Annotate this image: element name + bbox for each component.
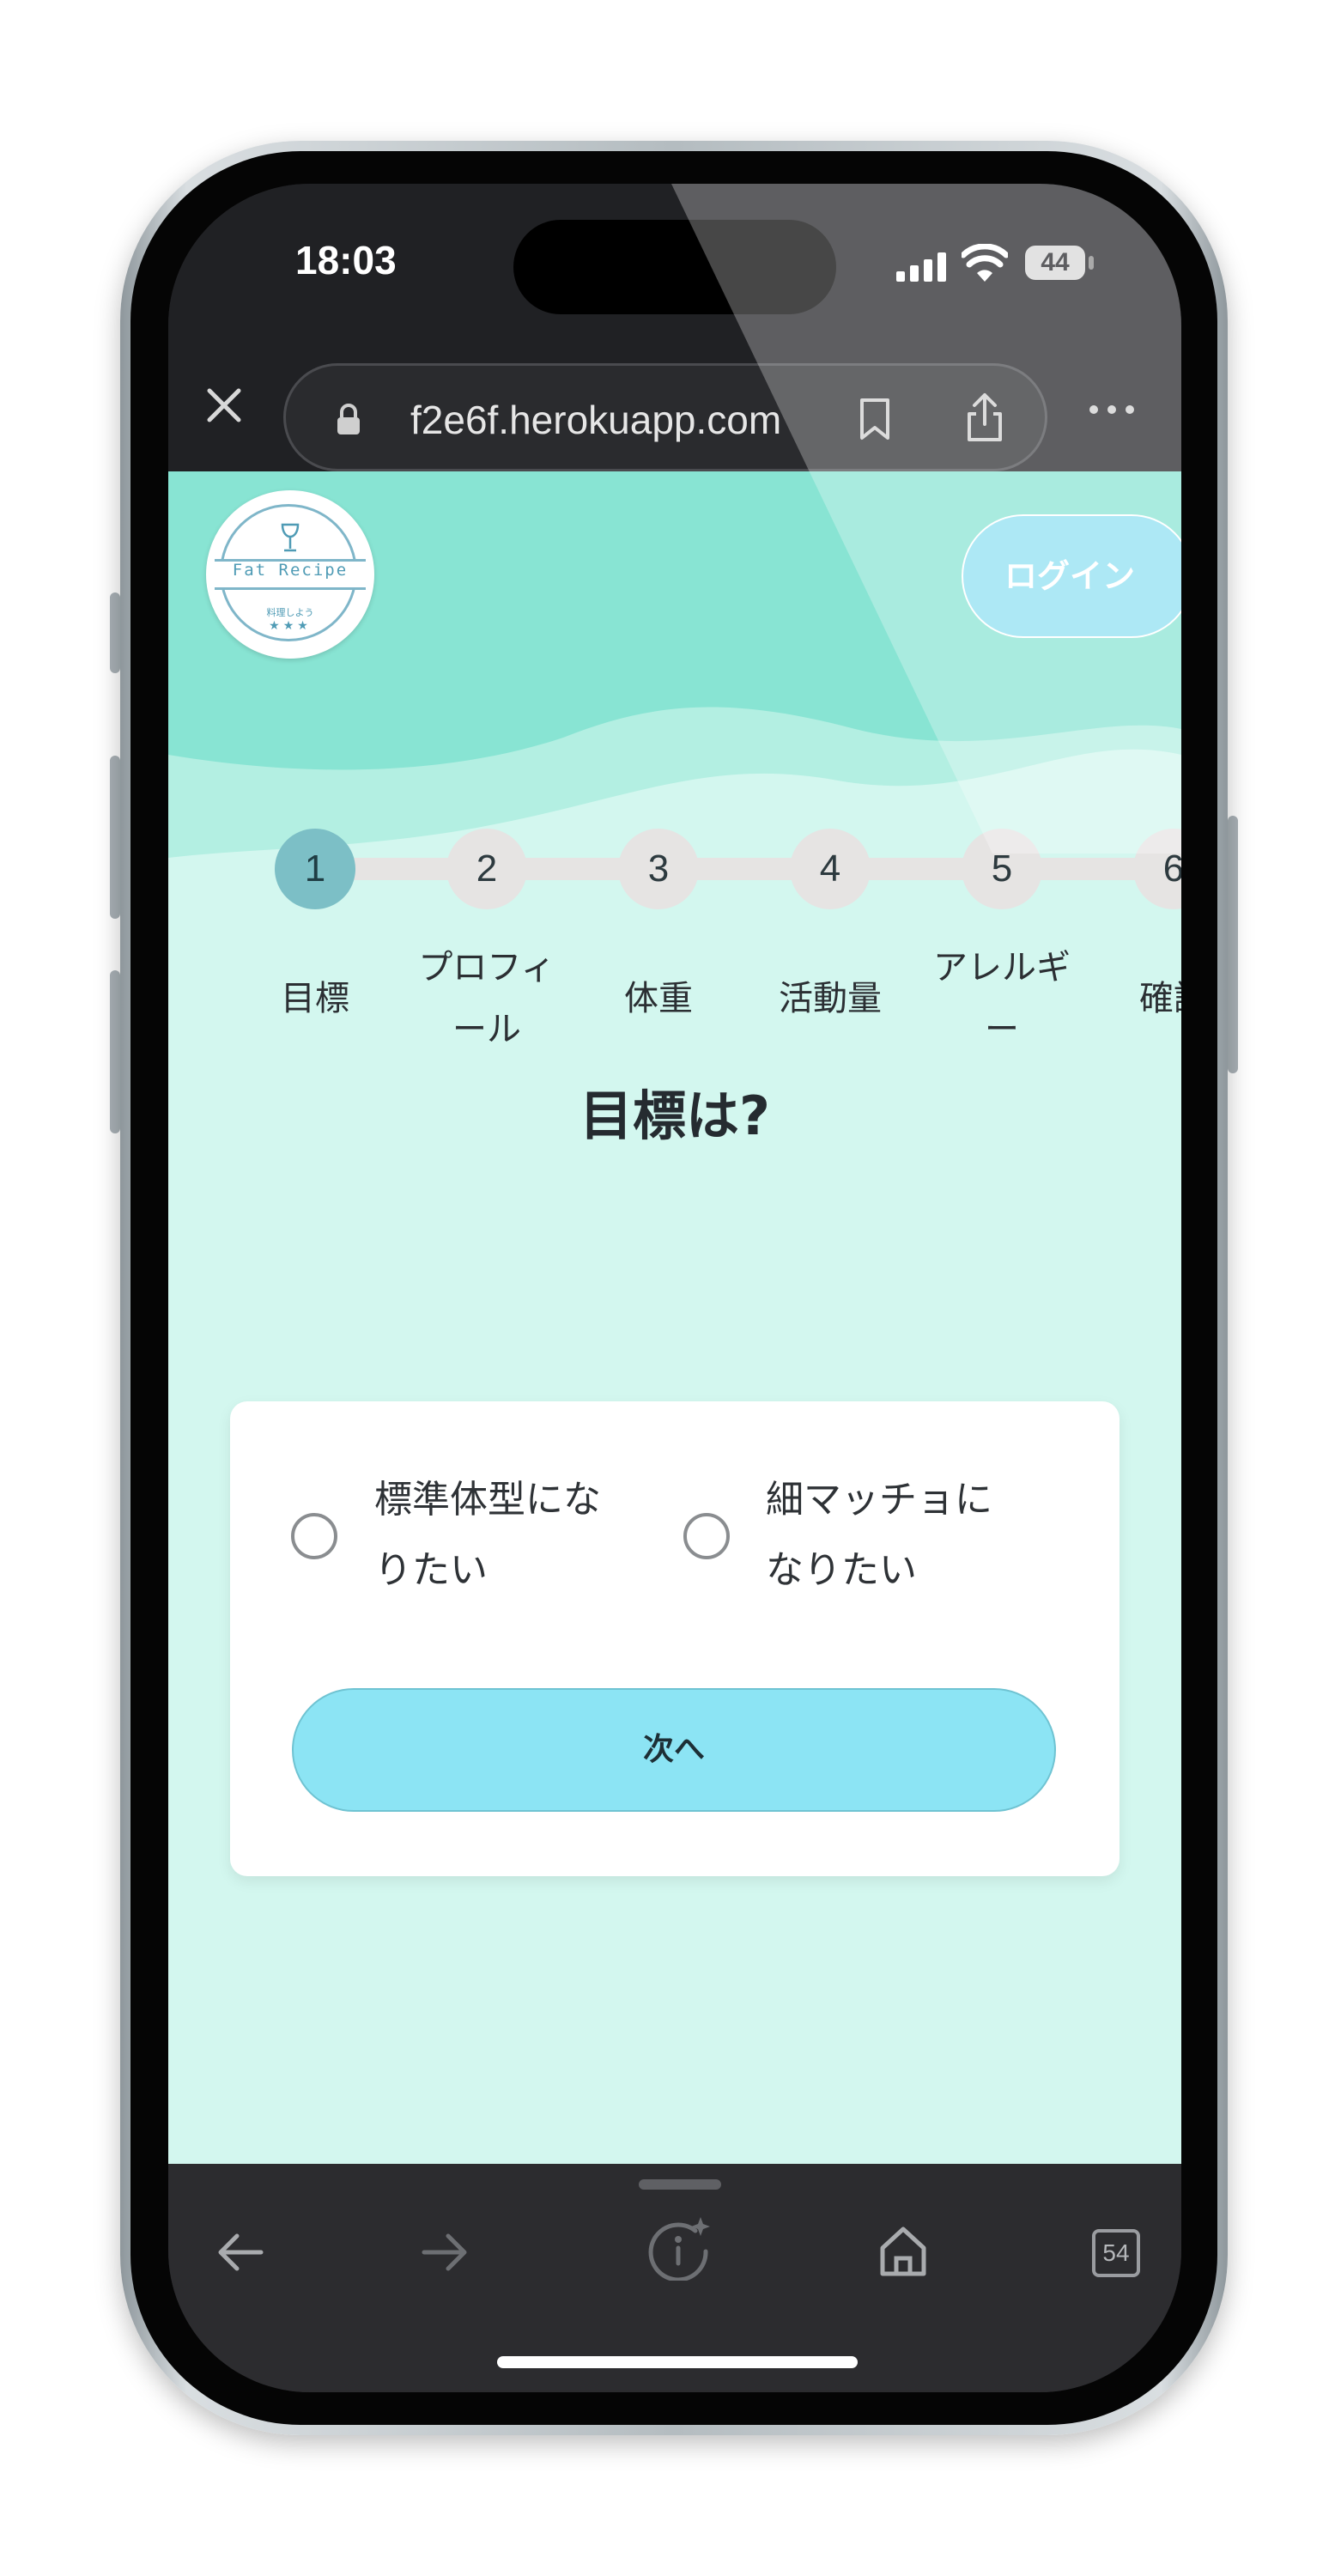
wine-glass-icon [281,523,300,552]
step-2-label: プロフィール [418,948,555,1049]
forward-arrow-icon[interactable] [421,2233,469,2272]
volume-down-button [110,970,120,1133]
home-indicator [497,2356,858,2368]
address-bar[interactable]: f2e6f.herokuapp.com [283,363,1047,471]
question-heading: 目標は? [579,1084,770,1147]
logo-text: Fat Recipe [232,561,349,580]
step-3-circle[interactable]: 3 [618,829,699,909]
phone-screen: 18:03 44 f2e6f.herokuapp.com Fat Recipe … [168,184,1181,2392]
home-icon[interactable] [879,2226,927,2277]
logo-subtext-label: 料理しよう [266,607,314,618]
cellular-signal-icon [896,252,946,282]
back-arrow-icon[interactable] [216,2233,264,2272]
option-standard-radio[interactable] [291,1513,337,1559]
action-button [110,592,120,673]
step-3-label: 体重 [624,979,693,1018]
step-4-label: 活動量 [779,979,882,1018]
url-text: f2e6f.herokuapp.com [410,398,782,442]
toolbar-grabber[interactable] [639,2179,721,2190]
page-info-icon[interactable] [647,2215,713,2281]
web-content: Fat Recipe 料理しよう ★★★ ログイン 1 2 3 4 5 6 目標 … [168,471,1181,2172]
more-options-icon[interactable] [1089,404,1135,415]
stepper-track [314,858,1181,880]
step-5-label: アレルギー [933,948,1071,1049]
wifi-icon [962,244,1008,282]
status-bar: 18:03 44 [168,184,1181,343]
battery-tip [1089,256,1094,270]
close-icon[interactable] [203,384,246,427]
tab-count-icon[interactable]: 54 [1092,2229,1140,2277]
dynamic-island [513,220,836,314]
step-2-circle[interactable]: 2 [446,829,527,909]
option-slim-muscle-radio[interactable] [683,1513,730,1559]
option-standard-label[interactable]: 標準体型になりたい [374,1465,615,1606]
bookmark-icon[interactable] [858,397,892,441]
step-1-circle[interactable]: 1 [275,829,355,909]
step-4-circle[interactable]: 4 [790,829,871,909]
battery-level: 44 [1041,248,1070,276]
step-5-circle[interactable]: 5 [962,829,1042,909]
option-slim-muscle-label[interactable]: 細マッチョになりたい [766,1465,1006,1606]
step-6-label: 確認 [1139,979,1181,1018]
goal-card: 標準体型になりたい 細マッチョになりたい 次へ [230,1401,1120,1876]
site-logo[interactable]: Fat Recipe 料理しよう ★★★ [206,490,374,659]
login-button[interactable]: ログイン [962,514,1181,638]
power-button [1228,816,1238,1073]
next-button[interactable]: 次へ [292,1688,1056,1812]
share-icon[interactable] [964,392,1005,443]
lock-icon [337,404,360,434]
logo-subtext: 料理しよう ★★★ [266,607,314,633]
volume-up-button [110,756,120,919]
browser-url-row: f2e6f.herokuapp.com [168,343,1181,471]
status-time: 18:03 [295,238,397,283]
battery-icon: 44 [1025,246,1085,280]
step-1-label: 目標 [281,979,349,1018]
